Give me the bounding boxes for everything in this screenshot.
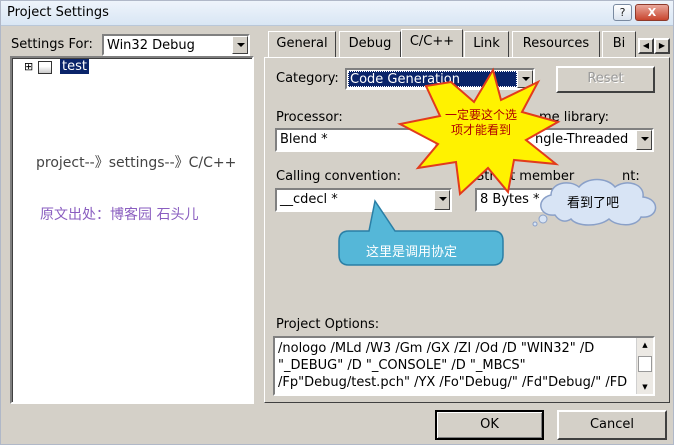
- settings-for-label: Settings For:: [11, 37, 93, 52]
- tab-prev-button[interactable]: ◀: [638, 38, 654, 54]
- close-button[interactable]: X: [635, 4, 669, 21]
- chevron-down-icon[interactable]: [232, 36, 248, 54]
- tab-resources[interactable]: Resources: [512, 31, 600, 57]
- help-button[interactable]: ?: [613, 4, 632, 21]
- options-line-1: /nologo /MLd /W3 /Gm /GX /ZI /Od /D "WIN…: [278, 341, 595, 356]
- chevron-right-icon: ▶: [658, 41, 666, 50]
- tab-general[interactable]: General: [268, 31, 336, 57]
- tab-browse[interactable]: Bi: [602, 31, 636, 57]
- tree-item-test[interactable]: test: [60, 59, 89, 74]
- tab-next-button[interactable]: ▶: [654, 38, 670, 54]
- processor-value: Blend *: [280, 132, 328, 147]
- settings-for-value: Win32 Debug: [107, 38, 195, 53]
- reset-button[interactable]: Reset: [556, 66, 655, 93]
- project-icon: [38, 61, 52, 74]
- options-line-3: /Fp"Debug/test.pch" /YX /Fo"Debug/" /Fd"…: [278, 375, 628, 390]
- tab-debug[interactable]: Debug: [339, 31, 401, 57]
- cancel-button[interactable]: Cancel: [557, 410, 667, 440]
- tab-cpp[interactable]: C/C++: [401, 29, 463, 58]
- annotation-path-text: project--》settings--》C/C++: [36, 155, 237, 171]
- calling-convention-value: __cdecl *: [280, 192, 338, 207]
- settings-for-combo[interactable]: Win32 Debug: [102, 34, 250, 56]
- chevron-down-icon[interactable]: [636, 130, 652, 150]
- project-options-textbox[interactable]: /nologo /MLd /W3 /Gm /GX /ZI /Od /D "WIN…: [273, 336, 655, 396]
- annotation-source-text: 原文出处：博客园 石头儿: [40, 207, 199, 223]
- calling-convention-label: Calling convention:: [276, 169, 402, 184]
- tree-expand-icon[interactable]: ⊞: [24, 60, 33, 73]
- window-title: Project Settings: [7, 5, 109, 20]
- scroll-down-icon[interactable]: ▼: [637, 380, 653, 394]
- project-options-label: Project Options:: [276, 317, 380, 332]
- arrow-callout-text: 这里是调用协定: [366, 245, 458, 260]
- chevron-left-icon: ◀: [642, 41, 650, 50]
- scroll-up-icon[interactable]: ▲: [637, 338, 653, 352]
- star-callout-text: 一定要这个选 项才能看到: [444, 108, 517, 137]
- project-settings-window: Project Settings ? X Settings For: Win32…: [0, 0, 674, 445]
- processor-label: Processor:: [276, 110, 343, 125]
- tab-link[interactable]: Link: [464, 31, 509, 57]
- ok-button[interactable]: OK: [435, 410, 544, 440]
- scroll-thumb[interactable]: [638, 356, 652, 372]
- category-label: Category:: [276, 71, 339, 86]
- cloud-callout-text: 看到了吧: [567, 196, 620, 211]
- project-tree[interactable]: ⊞ test project--》settings--》C/C++ 原文出处：博…: [10, 56, 254, 404]
- options-scrollbar[interactable]: ▲ ▼: [636, 338, 653, 394]
- title-bar: Project Settings ? X: [1, 1, 673, 26]
- options-line-2: "_DEBUG" /D "_CONSOLE" /D "_MBCS": [278, 358, 526, 373]
